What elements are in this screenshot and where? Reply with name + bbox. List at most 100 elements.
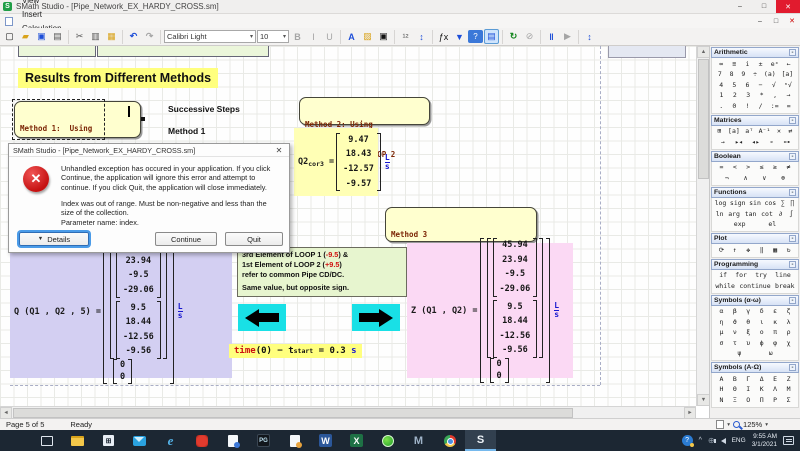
- palette-button[interactable]: ≥: [771, 163, 779, 172]
- palette-button[interactable]: ξ: [744, 328, 752, 337]
- taskbar-icon-doc2[interactable]: [279, 430, 310, 451]
- palette-button[interactable]: ⁿ√: [783, 81, 793, 90]
- palette-button[interactable]: .: [717, 102, 725, 111]
- palette-button[interactable]: ι: [758, 318, 766, 327]
- palette-button[interactable]: ∂: [777, 210, 785, 219]
- palette-button[interactable]: Ν: [717, 396, 725, 405]
- palette-button[interactable]: ▦: [771, 246, 779, 255]
- palette-button[interactable]: ε: [771, 307, 779, 316]
- palette-button[interactable]: →: [719, 138, 727, 147]
- palette-button[interactable]: τ: [731, 339, 739, 348]
- palette-button[interactable]: ⊕: [779, 174, 787, 183]
- palette-button[interactable]: ρ: [785, 328, 793, 337]
- palette-button[interactable]: σ: [717, 339, 725, 348]
- recalculate-icon[interactable]: ↻: [506, 29, 521, 44]
- palette-button[interactable]: η: [717, 318, 725, 327]
- panel-title[interactable]: Symbols (Α-Ω)-: [711, 362, 799, 373]
- palette-button[interactable]: Π: [758, 396, 766, 405]
- left-arrow-shape[interactable]: [238, 304, 286, 331]
- taskbar-icon-pg[interactable]: PG: [248, 430, 279, 451]
- time-equation[interactable]: time(0) − tstart = 0.3 s: [229, 344, 362, 358]
- collapse-panel-icon[interactable]: -: [789, 297, 796, 304]
- superscript-icon[interactable]: ¹²: [398, 29, 413, 44]
- palette-button[interactable]: 0: [730, 102, 738, 111]
- taskbar-icon-start[interactable]: [0, 430, 31, 451]
- palette-button[interactable]: ∏: [788, 199, 796, 208]
- dialog-close-icon[interactable]: ✕: [273, 146, 285, 155]
- collapse-panel-icon[interactable]: -: [789, 364, 796, 371]
- palette-button[interactable]: ∧: [742, 174, 750, 183]
- palette-button[interactable]: !: [743, 102, 751, 111]
- palette-button[interactable]: cot: [760, 210, 774, 219]
- palette-button[interactable]: continue: [738, 282, 771, 291]
- horizontal-scroll-thumb[interactable]: [13, 408, 573, 418]
- panel-title[interactable]: Programming-: [711, 259, 799, 270]
- palette-button[interactable]: break: [774, 282, 796, 291]
- palette-button[interactable]: try: [754, 271, 768, 280]
- language-indicator[interactable]: ENG: [732, 437, 746, 444]
- palette-button[interactable]: ⟳: [717, 246, 725, 255]
- taskbar-icon-ie[interactable]: e: [155, 430, 186, 451]
- panel-title[interactable]: Symbols (α-ω)-: [711, 295, 799, 306]
- palette-button[interactable]: λ: [785, 318, 793, 327]
- palette-button[interactable]: :=: [770, 102, 780, 111]
- palette-button[interactable]: Ο: [744, 396, 752, 405]
- taskbar-icon-word[interactable]: W: [310, 430, 341, 451]
- palette-button[interactable]: ¬: [723, 174, 731, 183]
- palette-button[interactable]: cos: [763, 199, 777, 208]
- horizontal-scrollbar[interactable]: ◄ ►: [0, 406, 696, 418]
- palette-button[interactable]: el: [767, 220, 777, 229]
- palette-button[interactable]: θ: [744, 318, 752, 327]
- palette-button[interactable]: ζ: [785, 307, 793, 316]
- taskbar-icon-smath[interactable]: S: [465, 430, 496, 451]
- panel-title[interactable]: Arithmetic-: [711, 47, 799, 58]
- method3-text-box[interactable]: Method 3 'While Loop' Method using PROGR…: [385, 207, 537, 242]
- method2-text-box[interactable]: Method 2: Using PROGRAM 1 for LOOP 2: [299, 97, 430, 125]
- q2-result-matrix[interactable]: Q2cor3 = 9.4718.43-12.57-9.57 Ls: [294, 128, 378, 196]
- palette-button[interactable]: 9: [739, 70, 747, 79]
- palette-button[interactable]: ln: [715, 210, 725, 219]
- palette-button[interactable]: ‖: [758, 246, 766, 255]
- palette-button[interactable]: π: [771, 328, 779, 337]
- page-view-icon[interactable]: [716, 420, 724, 429]
- palette-button[interactable]: Ζ: [785, 375, 793, 384]
- page-view-dropdown-icon[interactable]: ▾: [727, 422, 730, 428]
- palette-button[interactable]: ✕: [775, 127, 783, 136]
- palette-button[interactable]: Δ: [758, 375, 766, 384]
- collapse-panel-icon[interactable]: -: [789, 261, 796, 268]
- taskbar-icon-mapp[interactable]: M: [403, 430, 434, 451]
- palette-button[interactable]: ↑: [731, 246, 739, 255]
- background-color-icon[interactable]: ▨: [360, 29, 375, 44]
- palette-button[interactable]: 8: [728, 70, 736, 79]
- maximize-button[interactable]: □: [752, 0, 776, 13]
- palette-button[interactable]: (a): [763, 70, 777, 79]
- palette-button[interactable]: κ: [771, 318, 779, 327]
- palette-button[interactable]: ∑: [779, 199, 787, 208]
- details-button[interactable]: ▼ Details: [19, 232, 89, 246]
- palette-button[interactable]: ≤: [758, 163, 766, 172]
- palette-button[interactable]: 6: [743, 81, 751, 90]
- play-icon[interactable]: ▶: [560, 29, 575, 44]
- panel-title[interactable]: Functions-: [711, 187, 799, 198]
- palette-button[interactable]: line: [774, 271, 792, 280]
- palette-button[interactable]: [a]: [780, 70, 794, 79]
- palette-button[interactable]: Ι: [744, 385, 752, 394]
- taskbar-icon-mail[interactable]: [124, 430, 155, 451]
- palette-button[interactable]: =: [717, 163, 725, 172]
- magnifier-icon[interactable]: [733, 421, 740, 428]
- clock[interactable]: 9:55 AM 3/1/2021: [752, 433, 777, 449]
- palette-button[interactable]: [a]: [727, 127, 741, 136]
- palette-button[interactable]: ←: [785, 60, 793, 69]
- mdi-minimize-button[interactable]: –: [752, 18, 768, 25]
- palette-button[interactable]: Ξ: [731, 396, 739, 405]
- hidden-icons-chevron[interactable]: ^: [699, 437, 702, 444]
- palette-button[interactable]: Λ: [771, 385, 779, 394]
- align-icon[interactable]: ↕: [414, 29, 429, 44]
- palette-button[interactable]: 7: [716, 70, 724, 79]
- palette-button[interactable]: ±: [757, 60, 765, 69]
- undo-icon[interactable]: ↶: [126, 29, 141, 44]
- palette-button[interactable]: Μ: [785, 385, 793, 394]
- collapse-panel-icon[interactable]: -: [789, 235, 796, 242]
- menu-insert[interactable]: Insert: [16, 7, 68, 21]
- palette-button[interactable]: φ: [771, 339, 779, 348]
